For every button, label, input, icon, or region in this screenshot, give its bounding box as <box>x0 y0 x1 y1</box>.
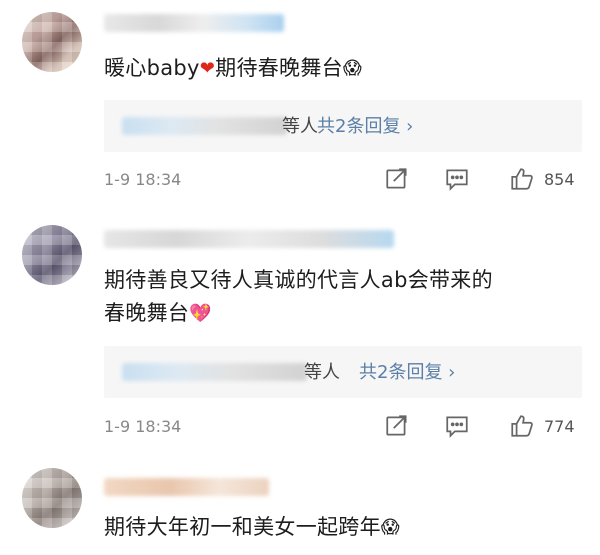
comment-text: 期待大年初一和美女一起跨年😱 <box>104 511 400 544</box>
avatar[interactable] <box>22 468 82 528</box>
scream-emoji: 😱 <box>380 517 400 538</box>
comment-feed: 暖心baby❤期待春晚舞台😱 等人 共2条回复 › 1-9 18:34 854 … <box>0 0 600 555</box>
comment-item: 期待大年初一和美女一起跨年😱 <box>0 0 600 555</box>
comment-text-main: 期待大年初一和美女一起跨年 <box>104 515 381 539</box>
username-blurred[interactable] <box>104 478 269 496</box>
